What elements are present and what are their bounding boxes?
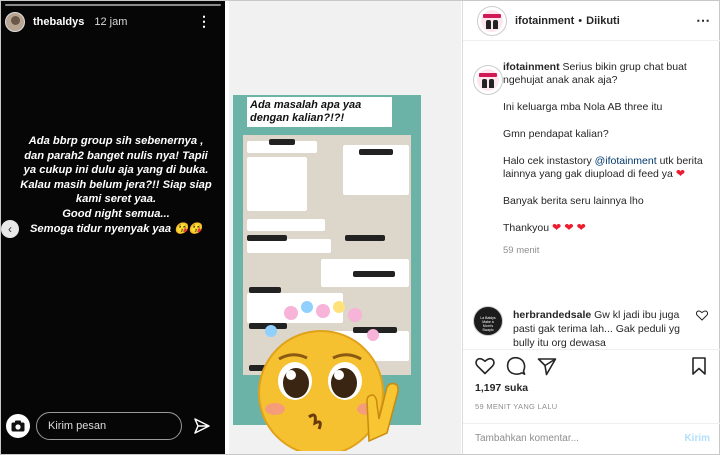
caption-line: Halo cek instastory [503, 155, 595, 167]
caption-username[interactable]: ifotainment [503, 61, 560, 73]
story-line: kami seret yaa. [75, 193, 157, 206]
commenter-avatar[interactable]: La Baldys Make a Mom's Swaylo [473, 306, 503, 336]
likes-count[interactable]: 1,197 suka [475, 382, 528, 394]
redaction-bar [247, 235, 287, 241]
story-line: Ada bbrp group sih sebenernya , [28, 135, 204, 147]
message-input[interactable]: Kirim pesan [36, 412, 182, 440]
story-text: Ada bbrp group sih sebenernya , dan para… [13, 134, 219, 236]
share-icon[interactable] [537, 356, 557, 376]
chat-bubble [247, 219, 325, 231]
commenter-avatar-text: La Baldys Make a Mom's Swaylo [480, 316, 496, 332]
redaction-bar [249, 287, 281, 293]
media-caption: Ada masalah apa yaa dengan kalian?!?! [247, 97, 392, 127]
story-username[interactable]: thebaldys [33, 16, 84, 28]
caption-author-avatar[interactable] [473, 65, 503, 95]
redaction-bar [269, 139, 295, 145]
story-line: Kalau masih belum jera?!! Siap siap [20, 178, 212, 191]
like-icon[interactable] [475, 356, 495, 376]
caption-line: Thankyou [503, 222, 550, 234]
pleading-face-emoji [258, 301, 399, 451]
post-author-username[interactable]: ifotainment [515, 15, 574, 27]
caption-line: Banyak berita seru lainnya lho [503, 195, 644, 207]
ifotainment-avatar[interactable] [477, 5, 507, 36]
mention-link[interactable]: @ifotainment [595, 155, 657, 167]
redaction-bar [353, 271, 395, 277]
caption-line: Ini keluarga mba Nola AB three itu [503, 101, 663, 113]
post-comment-button[interactable]: Kirim [684, 433, 710, 444]
commenter-username[interactable]: herbrandedsale [513, 309, 591, 321]
comments-section: ifotainment Serius bikin grup chat buat … [463, 55, 720, 349]
send-icon[interactable] [193, 417, 211, 435]
more-options-icon[interactable]: ⋯ [696, 12, 710, 29]
story-line: dan parah2 banget nulis nya! Tapii [24, 149, 208, 162]
story-line: Good night semua... [62, 207, 170, 220]
camera-button[interactable] [6, 414, 30, 438]
redaction-bar [345, 235, 385, 241]
caption-time[interactable]: 59 menit [503, 244, 709, 257]
previous-story-button[interactable]: ‹ [1, 220, 19, 238]
comment-icon[interactable] [506, 356, 526, 376]
posted-time[interactable]: 59 MENIT YANG LALU [475, 402, 558, 411]
more-options-icon[interactable]: ⋮ [197, 13, 211, 30]
post-header: ifotainment • Diikuti ⋯ [463, 1, 720, 41]
caption-line: Gmn pendapat kalian? [503, 128, 609, 140]
post-media[interactable]: Ada masalah apa yaa dengan kalian?!?! [229, 1, 461, 454]
chat-photo-bubble [247, 157, 307, 211]
following-status[interactable]: Diikuti [586, 15, 620, 27]
post-actions [463, 349, 720, 379]
comment-text: herbrandedsale Gw kl jadi ibu juga pasti… [513, 308, 695, 349]
story-avatar[interactable] [5, 12, 25, 32]
story-line: ya cukup ini dulu aja yang di buka. [23, 164, 209, 177]
comment-like-icon[interactable] [696, 310, 708, 321]
chat-bubble [247, 239, 331, 253]
media-caption-line: dengan kalian?!?! [250, 112, 345, 124]
add-comment-bar: Tambahkan komentar... Kirim [463, 423, 720, 454]
add-comment-input[interactable]: Tambahkan komentar... [475, 433, 579, 444]
media-caption-line: Ada masalah apa yaa [250, 99, 362, 111]
post-caption: ifotainment Serius bikin grup chat buat … [503, 61, 709, 271]
story-line: Semoga tidur nyenyak yaa 😘😘 [29, 222, 203, 235]
camera-icon [11, 420, 25, 432]
redaction-bar [359, 149, 393, 155]
post-details: ifotainment • Diikuti ⋯ ifotainment Seri… [462, 1, 720, 454]
story-progress-bar [5, 4, 221, 6]
story-header: thebaldys 12 jam ⋮ [5, 11, 221, 33]
separator-dot: • [578, 14, 583, 27]
bookmark-icon[interactable] [689, 356, 709, 376]
story-time: 12 jam [94, 16, 128, 28]
chevron-left-icon: ‹ [8, 222, 12, 236]
heart-emojis: ❤ ❤ ❤ [552, 222, 586, 234]
story-footer: Kirim pesan [1, 404, 225, 454]
story-panel: thebaldys 12 jam ⋮ Ada bbrp group sih se… [1, 1, 225, 454]
heart-emoji: ❤ [675, 168, 686, 180]
